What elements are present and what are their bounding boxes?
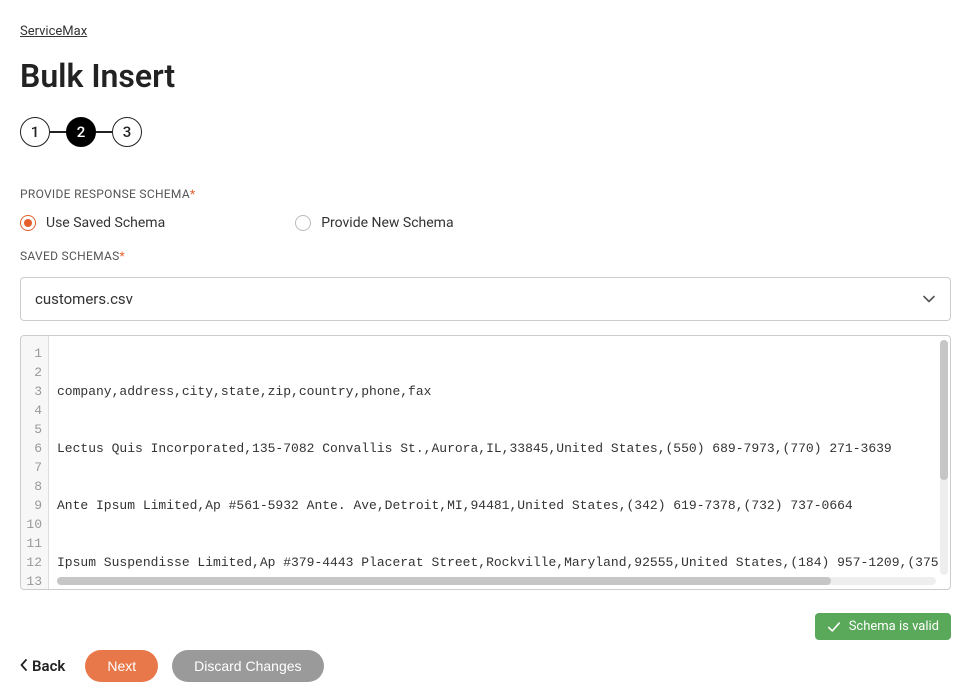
footer-actions: Back Next Discard Changes (20, 650, 324, 682)
back-button[interactable]: Back (20, 657, 65, 675)
code-line: Ipsum Suspendisse Limited,Ap #379-4443 P… (57, 553, 942, 572)
radio-icon (295, 215, 311, 231)
schema-valid-badge: Schema is valid (815, 613, 951, 640)
discard-changes-button[interactable]: Discard Changes (172, 650, 323, 682)
scrollbar-thumb[interactable] (57, 577, 831, 585)
radio-label: Use Saved Schema (46, 215, 165, 231)
select-value: customers.csv (35, 290, 133, 308)
app-link[interactable]: ServiceMax (20, 24, 87, 39)
chevron-down-icon (922, 292, 936, 306)
check-icon (827, 620, 841, 634)
required-asterisk: * (120, 249, 125, 263)
horizontal-scrollbar[interactable] (57, 577, 936, 585)
step-1[interactable]: 1 (20, 117, 50, 147)
scrollbar-thumb[interactable] (940, 340, 948, 480)
step-3[interactable]: 3 (112, 117, 142, 147)
code-line: company,address,city,state,zip,country,p… (57, 382, 942, 401)
radio-label: Provide New Schema (321, 215, 453, 231)
step-line (96, 131, 112, 133)
saved-schemas-label: SAVED SCHEMAS* (20, 249, 951, 263)
page-title: Bulk Insert (20, 57, 951, 95)
radio-icon (20, 215, 36, 231)
radio-use-saved-schema[interactable]: Use Saved Schema (20, 215, 165, 231)
code-content[interactable]: company,address,city,state,zip,country,p… (49, 336, 950, 589)
chevron-left-icon (20, 657, 28, 675)
required-asterisk: * (190, 187, 195, 201)
step-line (50, 131, 66, 133)
line-number-gutter: 1 2 3 4 5 6 7 8 9 10 11 12 13 (21, 336, 49, 589)
code-line: Lectus Quis Incorporated,135-7082 Conval… (57, 439, 942, 458)
stepper: 1 2 3 (20, 117, 951, 147)
schema-mode-radio-group: Use Saved Schema Provide New Schema (20, 215, 951, 231)
code-line: Ante Ipsum Limited,Ap #561-5932 Ante. Av… (57, 496, 942, 515)
step-2[interactable]: 2 (66, 117, 96, 147)
radio-provide-new-schema[interactable]: Provide New Schema (295, 215, 453, 231)
vertical-scrollbar[interactable] (940, 340, 948, 575)
saved-schemas-select[interactable]: customers.csv (20, 277, 951, 321)
status-text: Schema is valid (849, 619, 939, 634)
schema-mode-label: PROVIDE RESPONSE SCHEMA* (20, 187, 951, 201)
next-button[interactable]: Next (85, 650, 158, 682)
schema-code-editor[interactable]: 1 2 3 4 5 6 7 8 9 10 11 12 13 company,ad… (20, 335, 951, 590)
back-label: Back (32, 657, 65, 675)
